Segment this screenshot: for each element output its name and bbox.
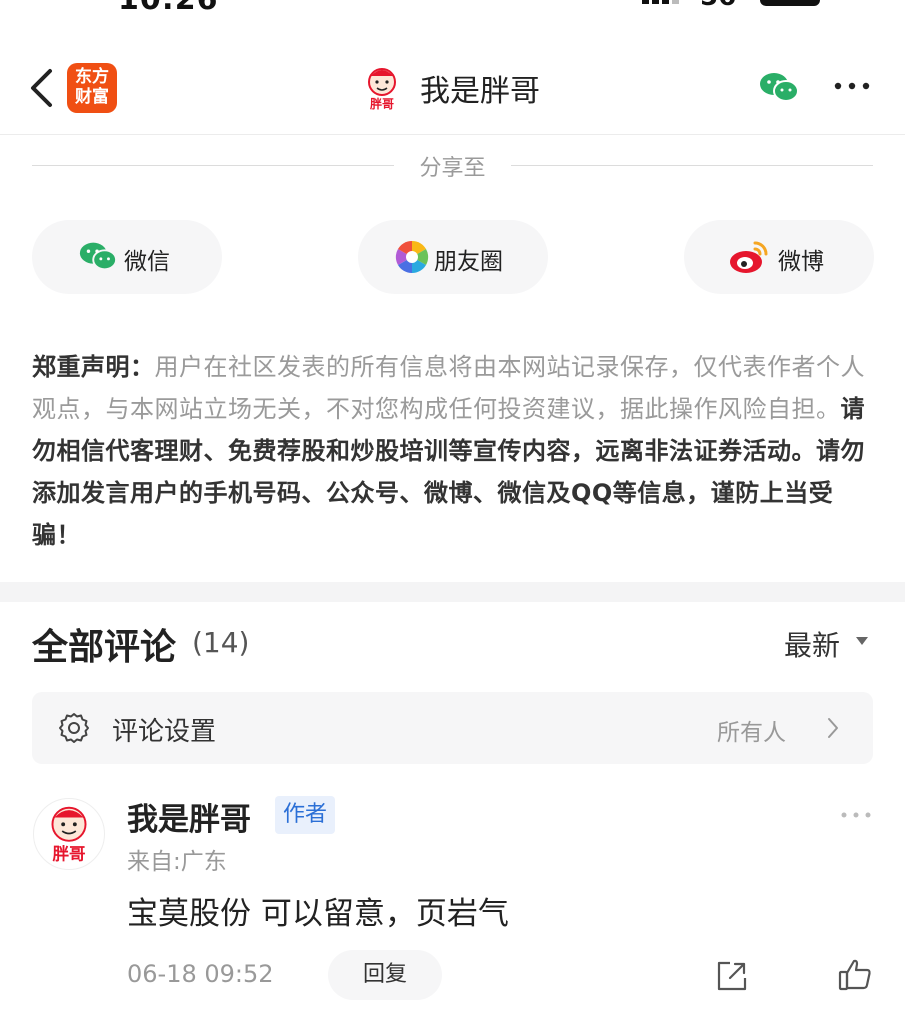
app-logo-line1: 东方 [75,67,109,87]
comment-author[interactable]: 我是胖哥 [127,794,251,839]
section-separator [0,582,905,602]
divider [511,165,873,166]
comment-time: 06-18 09:52 [127,960,274,988]
commenter-avatar-icon[interactable]: 胖哥 [33,798,105,870]
caret-down-icon[interactable] [855,636,869,646]
signal-icon [642,0,679,4]
comment-settings-label: 评论设置 [112,717,217,747]
author-avatar-icon[interactable]: 胖哥 [358,64,406,112]
reply-button[interactable]: 回复 [328,950,442,1000]
gear-icon [59,713,89,743]
weibo-icon [730,241,768,273]
top-nav-bar: 东方 财富 胖哥 我是胖哥 [0,40,905,135]
more-options-icon[interactable] [832,74,872,98]
share-moments-label: 朋友圈 [434,249,503,275]
back-arrow-icon[interactable] [24,66,60,110]
wechat-icon [79,242,118,271]
sort-button[interactable]: 最新 [784,624,840,664]
comment-more-icon[interactable] [840,810,872,820]
divider [32,165,394,166]
app-logo[interactable]: 东方 财富 [67,63,117,113]
comment-settings-value: 所有人 [717,720,786,746]
status-bar: 10:26 56 [0,0,905,40]
share-icon[interactable] [716,960,748,992]
disclaimer: 郑重声明：用户在社区发表的所有信息将由本网站记录保存，仅代表作者个人观点，与本网… [32,346,874,556]
battery-icon [760,0,820,6]
status-time: 10:26 [118,0,219,17]
thumbs-up-icon[interactable] [838,958,872,992]
comments-count: (14) [192,626,250,659]
disclaimer-prefix: 郑重声明： [32,353,155,381]
share-heading: 分享至 [419,156,486,181]
svg-text:胖哥: 胖哥 [369,96,394,111]
page-title: 我是胖哥 [420,74,540,109]
battery-level: 56 [700,0,736,12]
comment-body: 宝莫股份 可以留意，页岩气 [127,896,509,932]
wechat-share-icon[interactable] [758,70,800,104]
share-section-header: 分享至 [0,150,905,181]
comment-settings-row[interactable]: 评论设置 所有人 [32,692,873,764]
moments-icon [395,240,429,274]
share-wechat-label: 微信 [124,249,170,275]
comment-item: 胖哥 我是胖哥 作者 来自:广东 宝莫股份 可以留意，页岩气 06-18 09:… [0,780,905,1024]
app-logo-line2: 财富 [75,87,109,107]
comment-location: 来自:广东 [127,849,227,875]
disclaimer-text: 用户在社区发表的所有信息将由本网站记录保存，仅代表作者个人观点，与本网站立场无关… [32,353,865,423]
share-weibo-label: 微博 [778,249,824,275]
comments-title: 全部评论 [32,627,177,668]
chevron-right-icon [828,718,838,738]
svg-text:胖哥: 胖哥 [52,843,85,863]
share-wechat-button[interactable]: 微信 [32,220,222,294]
author-badge: 作者 [275,796,336,834]
share-moments-button[interactable]: 朋友圈 [358,220,548,294]
share-weibo-button[interactable]: 微博 [684,220,874,294]
